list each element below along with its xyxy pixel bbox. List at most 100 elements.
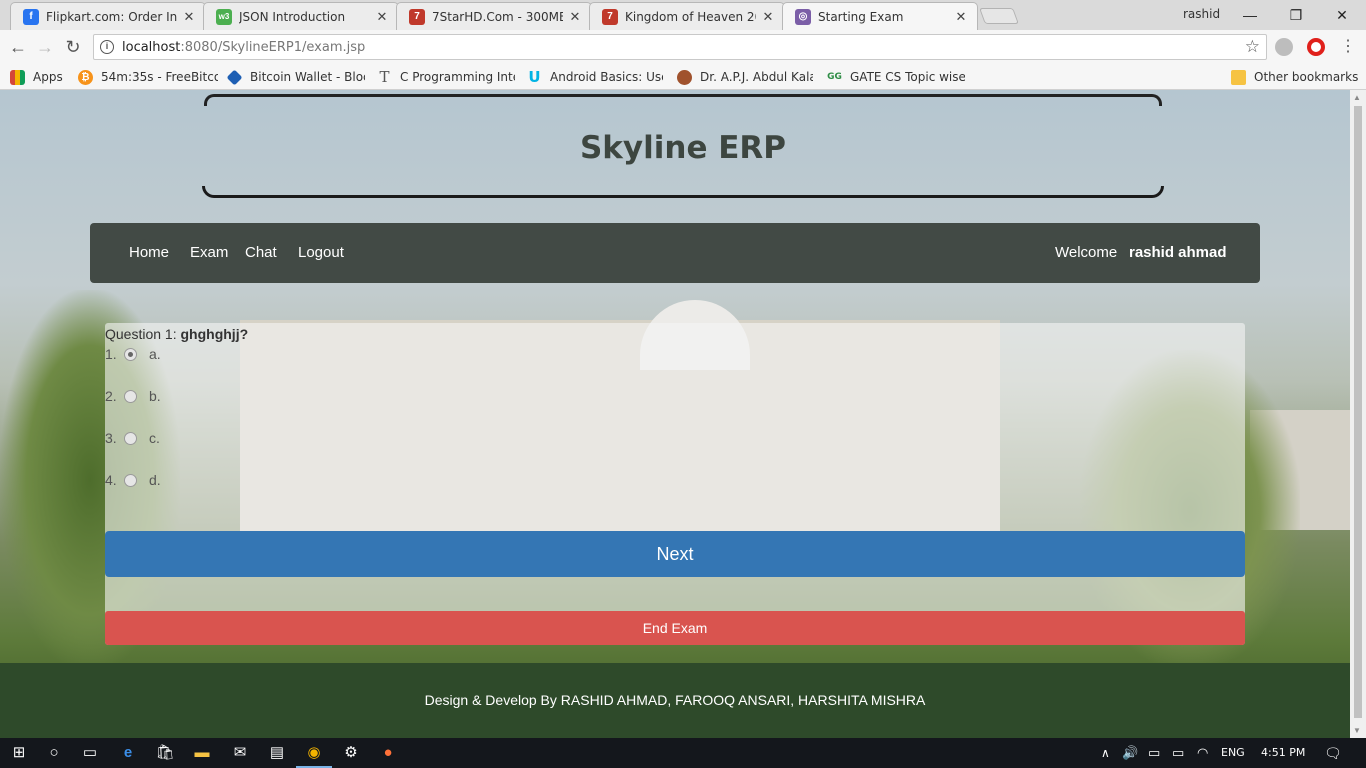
browser-tab[interactable]: f Flipkart.com: Order Inforr ✕ <box>10 2 206 30</box>
option-a-radio[interactable] <box>124 347 137 361</box>
info-icon[interactable]: i <box>100 40 114 54</box>
close-tab-icon[interactable]: ✕ <box>374 9 390 25</box>
nav-chat-link[interactable]: Chat <box>245 244 277 261</box>
bookmark-item[interactable]: U Android Basics: User <box>527 68 663 86</box>
chevron-up-icon[interactable]: ∧ <box>1101 746 1110 760</box>
tab-title: Flipkart.com: Order Inforr <box>46 9 177 24</box>
nav-home-link[interactable]: Home <box>129 244 169 261</box>
end-exam-button[interactable]: End Exam <box>105 611 1245 645</box>
volume-icon[interactable]: 🔊 <box>1122 746 1138 761</box>
clock[interactable]: 4:51 PM <box>1261 746 1305 759</box>
banner-border-bottom <box>202 186 1164 198</box>
menu-kebab-icon[interactable]: ⋮ <box>1337 36 1359 58</box>
main-navbar: Home Exam Chat Logout Welcome rashid ahm… <box>90 223 1260 283</box>
diamond-icon <box>226 69 243 85</box>
nav-logout-link[interactable]: Logout <box>298 244 344 261</box>
next-button[interactable]: Next <box>105 531 1245 577</box>
settings-gear-icon[interactable]: ⚙ <box>341 743 361 763</box>
question-text: Question 1: ghghghjj? <box>105 326 249 342</box>
option-d-radio[interactable] <box>124 473 137 487</box>
profile-name[interactable]: rashid <box>1183 7 1220 21</box>
url-text[interactable]: localhost:8080/SkylineERP1/exam.jsp <box>122 40 365 55</box>
tab-title: JSON Introduction <box>239 9 346 24</box>
site-banner: Skyline ERP <box>200 90 1166 202</box>
minimize-icon[interactable]: — <box>1227 2 1273 28</box>
restore-icon[interactable]: ❐ <box>1273 2 1319 28</box>
bookmark-item[interactable]: ₿ 54m:35s - FreeBitco <box>78 68 218 86</box>
back-arrow-icon[interactable]: ← <box>7 36 29 58</box>
folder-icon <box>1231 69 1246 85</box>
bookmark-item[interactable]: Dr. A.P.J. Abdul Kalar <box>677 68 813 86</box>
cortana-search-icon[interactable]: ○ <box>44 743 64 763</box>
tab-title: 7StarHD.Com - 300MB Di <box>432 9 563 24</box>
option-b-radio[interactable] <box>124 389 137 403</box>
close-tab-icon[interactable]: ✕ <box>567 9 583 25</box>
flipkart-favicon-icon: f <box>23 8 39 25</box>
user-name: rashid ahmad <box>1129 244 1227 261</box>
store-icon[interactable]: 🛍 <box>155 743 175 763</box>
chrome-icon[interactable]: ◉ <box>304 743 324 763</box>
page-scrollbar[interactable]: ▲ ▼ <box>1350 90 1366 738</box>
close-tab-icon[interactable]: ✕ <box>953 9 969 25</box>
exam-favicon-icon: ◎ <box>795 8 811 25</box>
firefox-icon[interactable]: ● <box>378 743 398 763</box>
reload-icon[interactable]: ↻ <box>62 36 84 58</box>
bookmark-item[interactable]: GG GATE CS Topic wise p <box>827 68 965 86</box>
new-tab-button[interactable] <box>979 8 1019 24</box>
close-tab-icon[interactable]: ✕ <box>760 9 776 25</box>
browser-tab-active[interactable]: ◎ Starting Exam ✕ <box>782 2 978 30</box>
bookmark-item[interactable]: T C Programming Inte <box>377 68 515 86</box>
scrollbar-thumb[interactable] <box>1354 106 1362 718</box>
site-favicon-icon: 7 <box>409 8 425 25</box>
extension-icon[interactable] <box>1275 38 1293 56</box>
mail-icon[interactable]: ✉ <box>230 743 250 763</box>
browser-tab[interactable]: 7 7StarHD.Com - 300MB Di ✕ <box>396 2 592 30</box>
scroll-up-icon[interactable]: ▲ <box>1353 93 1361 102</box>
wifi-icon[interactable]: ◠ <box>1197 746 1208 761</box>
browser-toolbar: ← → ↻ i localhost:8080/SkylineERP1/exam.… <box>0 30 1366 64</box>
welcome-label: Welcome <box>1055 244 1118 261</box>
emblem-icon <box>677 69 692 85</box>
app-window-icon[interactable]: ▤ <box>267 743 287 763</box>
forward-arrow-icon[interactable]: → <box>34 36 56 58</box>
bookmark-item[interactable]: Bitcoin Wallet - Block <box>226 68 365 86</box>
option-b[interactable]: 2. b. <box>105 386 161 406</box>
w3schools-favicon-icon: w3 <box>216 8 232 25</box>
page-footer: Design & Develop By RASHID AHMAD, FAROOQ… <box>0 663 1350 738</box>
banner-border-top <box>204 94 1162 106</box>
footer-credits: Design & Develop By RASHID AHMAD, FAROOQ… <box>424 692 926 708</box>
network-icon[interactable]: ▭ <box>1148 746 1160 761</box>
gfg-icon: GG <box>827 72 842 82</box>
option-a[interactable]: 1. a. <box>105 344 161 364</box>
apps-grid-icon <box>10 69 25 85</box>
option-d[interactable]: 4. d. <box>105 470 161 490</box>
udacity-icon: U <box>528 68 541 86</box>
other-bookmarks[interactable]: Other bookmarks <box>1231 68 1358 86</box>
edge-icon[interactable]: e <box>118 743 138 763</box>
browser-tab[interactable]: w3 JSON Introduction ✕ <box>203 2 399 30</box>
language-indicator[interactable]: ENG <box>1221 746 1245 759</box>
bookmark-apps[interactable]: Apps <box>10 68 63 86</box>
file-explorer-icon[interactable]: ▬ <box>192 743 212 763</box>
close-window-icon[interactable]: ✕ <box>1319 2 1365 28</box>
task-view-icon[interactable]: ▭ <box>80 743 100 763</box>
nav-exam-link[interactable]: Exam <box>190 244 228 261</box>
browser-tabstrip: f Flipkart.com: Order Inforr ✕ w3 JSON I… <box>0 0 1366 30</box>
close-tab-icon[interactable]: ✕ <box>181 9 197 25</box>
battery-icon[interactable]: ▭ <box>1172 746 1184 761</box>
site-favicon-icon: 7 <box>602 8 618 25</box>
notifications-icon[interactable]: 🗨 <box>1324 746 1342 762</box>
address-bar[interactable]: i localhost:8080/SkylineERP1/exam.jsp ☆ <box>93 34 1267 60</box>
scroll-down-icon[interactable]: ▼ <box>1353 726 1361 735</box>
opera-extension-icon[interactable] <box>1307 38 1325 56</box>
serif-t-icon: T <box>379 68 390 86</box>
site-title: Skyline ERP <box>579 130 787 166</box>
bookmark-star-icon[interactable]: ☆ <box>1245 37 1260 57</box>
browser-tab[interactable]: 7 Kingdom of Heaven 2005 ✕ <box>589 2 785 30</box>
bitcoin-icon: ₿ <box>78 69 93 85</box>
tab-title: Starting Exam <box>818 9 904 24</box>
windows-start-icon[interactable]: ⊞ <box>9 743 29 763</box>
option-c-radio[interactable] <box>124 431 137 445</box>
bookmarks-bar: Apps ₿ 54m:35s - FreeBitco Bitcoin Walle… <box>0 64 1366 90</box>
option-c[interactable]: 3. c. <box>105 428 160 448</box>
